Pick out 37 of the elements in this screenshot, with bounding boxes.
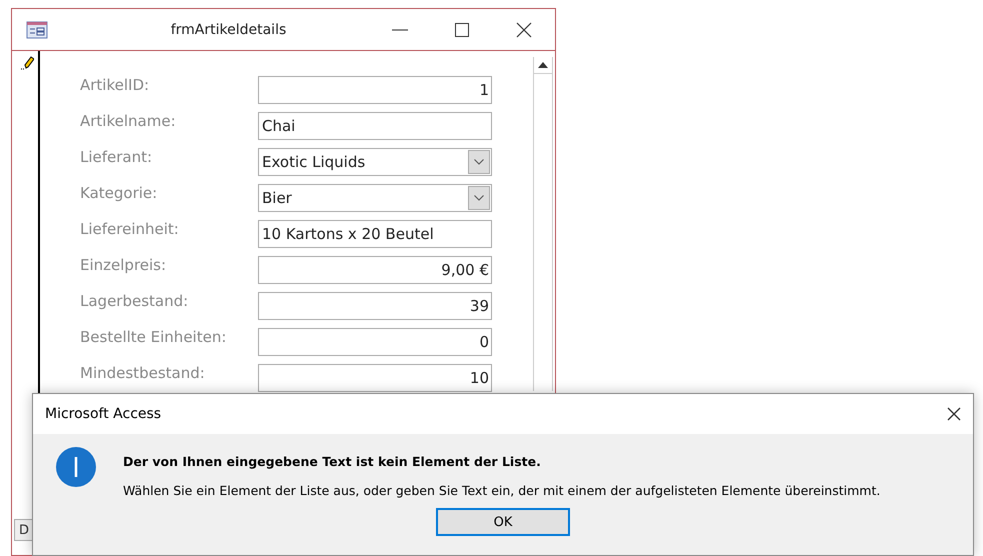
- field-label: Lagerbestand:: [80, 292, 190, 310]
- dropdown-button[interactable]: [468, 186, 490, 210]
- field-label: Artikelname:: [80, 112, 177, 130]
- record-navigation[interactable]: D: [14, 519, 34, 541]
- close-icon[interactable]: [947, 407, 961, 421]
- dialog-message: Wählen Sie ein Element der Liste aus, oder geben Sie Text ein, der mit einem der aufgelisteten Elemente übereinstimmt.: [123, 483, 880, 498]
- field-label: Kategorie:: [80, 184, 158, 202]
- combo-box[interactable]: Bier: [258, 184, 492, 212]
- window-title: frmArtikeldetails: [170, 22, 288, 38]
- close-icon[interactable]: [516, 22, 532, 38]
- dialog-heading: Der von Ihnen eingegebene Text ist kein Element der Liste.: [123, 454, 542, 469]
- input-field[interactable]: 1: [258, 76, 492, 104]
- maximize-icon[interactable]: [455, 22, 469, 36]
- combo-box[interactable]: Exotic Liquids: [258, 148, 492, 176]
- field-label: Lieferant:: [80, 148, 154, 166]
- input-field[interactable]: 9,00 €: [258, 256, 492, 284]
- ok-button[interactable]: OK: [436, 508, 570, 536]
- input-field[interactable]: 10 Kartons x 20 Beutel: [258, 220, 492, 248]
- info-icon: [55, 446, 97, 488]
- field-label: Bestellte Einheiten:: [80, 328, 228, 346]
- input-field[interactable]: 39: [258, 292, 492, 320]
- dropdown-button[interactable]: [468, 150, 490, 174]
- field-label: Liefereinheit:: [80, 220, 180, 238]
- chevron-down-icon: [474, 159, 484, 165]
- chevron-down-icon: [474, 195, 484, 201]
- input-field[interactable]: Chai: [258, 112, 492, 140]
- input-field[interactable]: 0: [258, 328, 492, 356]
- field-label: ArtikelID:: [80, 76, 150, 94]
- field-label: Einzelpreis:: [80, 256, 168, 274]
- scroll-up-icon[interactable]: [538, 62, 548, 68]
- dialog-title: Microsoft Access: [45, 406, 162, 422]
- pencil-icon: [18, 55, 34, 71]
- scrollbar[interactable]: [533, 57, 553, 391]
- field-label: Mindestbestand:: [80, 364, 206, 382]
- minimize-icon[interactable]: [392, 28, 408, 30]
- input-field[interactable]: 10: [258, 364, 492, 392]
- form-icon: [26, 20, 48, 38]
